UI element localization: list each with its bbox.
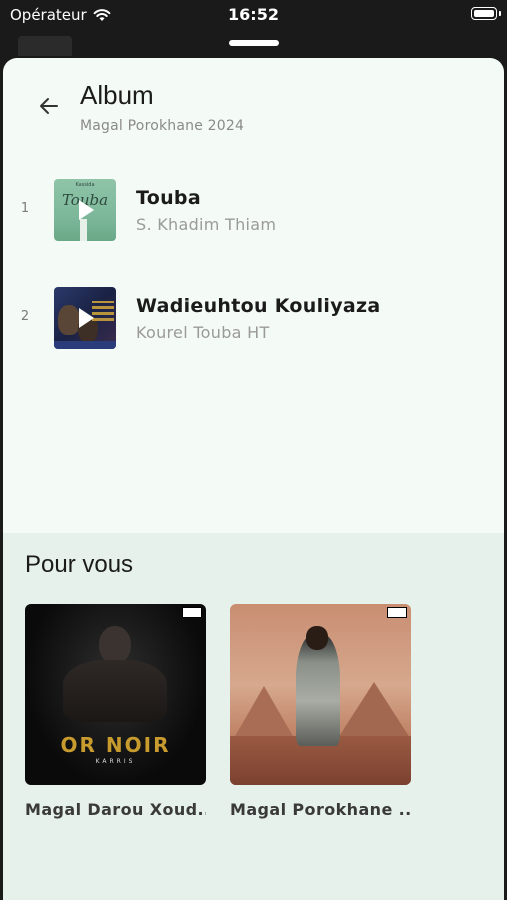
track-title: Wadieuhtou Kouliyaza bbox=[136, 295, 381, 317]
arrow-left-icon bbox=[40, 98, 58, 114]
track-artwork[interactable] bbox=[54, 287, 116, 349]
track-row[interactable]: 2 Wadieuhtou Kouliyaza Kourel Touba HT bbox=[3, 287, 504, 351]
track-number: 2 bbox=[20, 309, 30, 324]
pyramid-graphic bbox=[234, 686, 294, 738]
album-subtitle: Magal Porokhane 2024 bbox=[80, 118, 245, 134]
background-view bbox=[18, 36, 72, 56]
sheet-grabber[interactable] bbox=[229, 40, 279, 46]
cover-subtitle: KARRIS bbox=[95, 758, 136, 765]
status-time: 16:52 bbox=[228, 5, 279, 24]
cover-title: OR NOIR bbox=[60, 733, 171, 757]
artwork-band bbox=[54, 341, 116, 349]
album-cover[interactable]: OR NOIR KARRIS bbox=[25, 604, 206, 785]
cover-figure bbox=[63, 660, 167, 722]
recommendation-card[interactable]: Magal Porokhane ... bbox=[230, 604, 411, 819]
album-sheet: Album Magal Porokhane 2024 1 Kassida Tou… bbox=[3, 58, 504, 900]
recommendation-card[interactable]: OR NOIR KARRIS Magal Darou Xoud... bbox=[25, 604, 206, 819]
card-label: Magal Darou Xoud... bbox=[25, 800, 206, 819]
cover-figure bbox=[306, 626, 328, 650]
track-artist: S. Khadim Thiam bbox=[136, 215, 277, 234]
track-number: 1 bbox=[20, 201, 30, 216]
track-row[interactable]: 1 Kassida Touba Touba S. Khadim Thiam bbox=[3, 179, 504, 243]
track-artist: Kourel Touba HT bbox=[136, 323, 270, 342]
minaret-graphic bbox=[80, 219, 87, 241]
card-label: Magal Porokhane ... bbox=[230, 800, 411, 819]
artwork-lettering bbox=[92, 301, 114, 321]
status-bar: Opérateur 16:52 bbox=[0, 0, 507, 30]
parental-advisory-badge bbox=[182, 607, 202, 618]
album-cover[interactable] bbox=[230, 604, 411, 785]
page-title: Album bbox=[80, 80, 154, 110]
section-title: Pour vous bbox=[25, 551, 134, 578]
play-icon[interactable] bbox=[79, 308, 94, 328]
cover-figure bbox=[296, 634, 340, 746]
artwork-caption: Kassida bbox=[75, 182, 95, 188]
cover-figure bbox=[99, 626, 131, 664]
pour-vous-section: Pour vous OR NOIR KARRIS Magal Darou Xou… bbox=[3, 533, 504, 900]
pyramid-graphic bbox=[338, 682, 410, 738]
play-icon[interactable] bbox=[79, 200, 94, 220]
track-title: Touba bbox=[136, 187, 201, 209]
back-button[interactable] bbox=[35, 92, 63, 120]
track-artwork[interactable]: Kassida Touba bbox=[54, 179, 116, 241]
battery-icon bbox=[471, 7, 501, 20]
artwork-figure bbox=[58, 305, 80, 335]
parental-advisory-badge bbox=[387, 607, 407, 618]
